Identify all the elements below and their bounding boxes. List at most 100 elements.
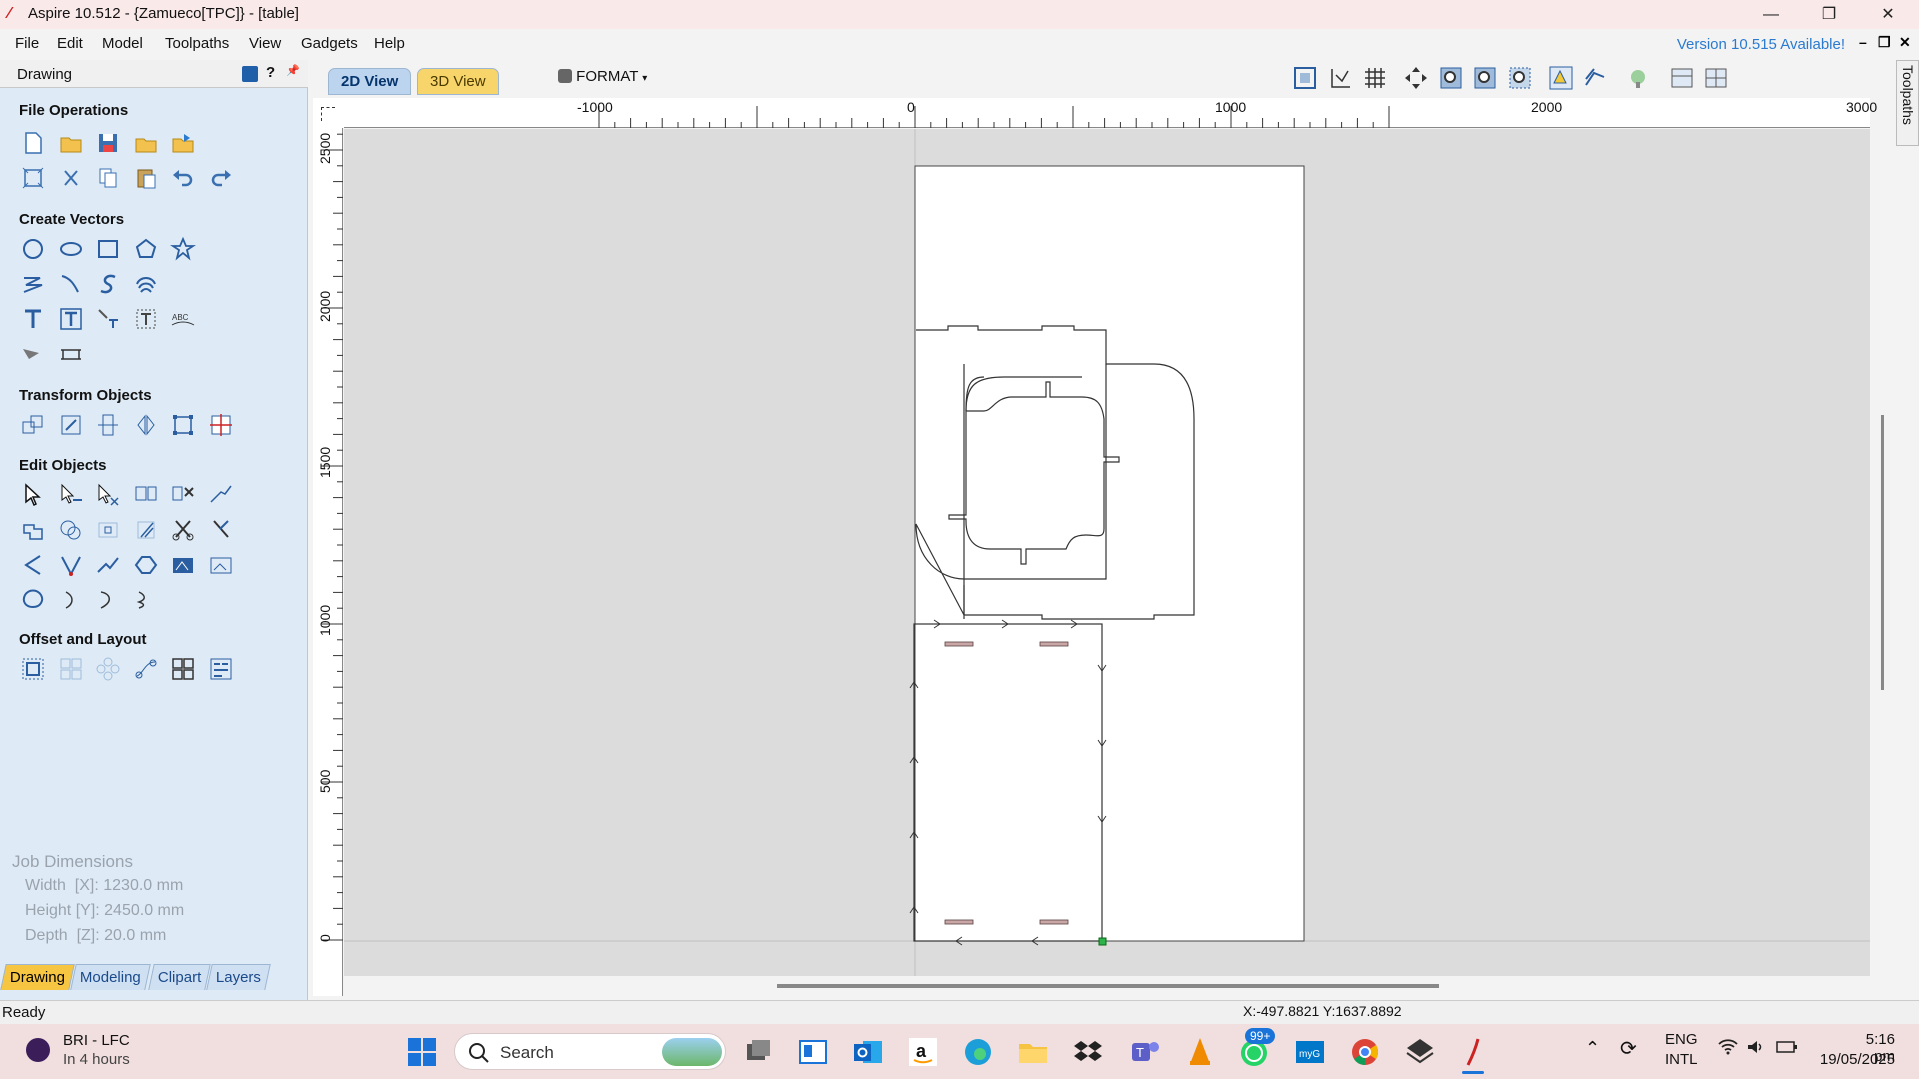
arc-curve-icon[interactable] [132, 586, 160, 614]
panel-dock-icon[interactable] [242, 66, 258, 82]
menu-file[interactable]: File [15, 35, 39, 52]
file-explorer-icon[interactable] [1015, 1034, 1051, 1070]
draw-text-icon[interactable] [19, 305, 47, 333]
nesting-icon[interactable] [169, 655, 197, 683]
zoom-in-icon[interactable] [1436, 63, 1466, 93]
language-primary[interactable]: ENG [1665, 1031, 1698, 1048]
rotate-icon[interactable] [94, 411, 122, 439]
draw-arc-icon[interactable] [94, 270, 122, 298]
draw-ellipse-icon[interactable] [57, 235, 85, 263]
chevron-up-icon[interactable]: ⌃ [1585, 1038, 1600, 1059]
format-dropdown[interactable]: FORMAT ▾ [558, 68, 647, 85]
pocket-slot[interactable] [944, 919, 974, 925]
job-setup-icon[interactable] [19, 164, 47, 192]
trim-icon[interactable] [132, 516, 160, 544]
move-icon[interactable] [19, 411, 47, 439]
vertical-scrollbar[interactable] [1881, 415, 1884, 690]
amazon-icon[interactable]: a [905, 1034, 941, 1070]
text-arc-icon[interactable] [132, 305, 160, 333]
circular-copy-icon[interactable] [94, 655, 122, 683]
split-view-icon[interactable] [1701, 63, 1731, 93]
draw-polyline-icon[interactable] [19, 270, 47, 298]
chrome-icon[interactable] [1347, 1034, 1383, 1070]
new-file-icon[interactable] [19, 129, 47, 157]
layout-nesting-icon[interactable] [207, 655, 235, 683]
toggle-toolpaths-icon[interactable] [1580, 63, 1610, 93]
select-icon[interactable] [19, 481, 47, 509]
array-copy-icon[interactable] [57, 655, 85, 683]
battery-icon[interactable] [1776, 1040, 1798, 1058]
version-available-link[interactable]: Version 10.515 Available! [1677, 36, 1845, 53]
copy-along-vector-icon[interactable] [132, 655, 160, 683]
mdi-restore-button[interactable]: ❐ [1878, 34, 1891, 51]
language-secondary[interactable]: INTL [1665, 1051, 1698, 1068]
dimensions-icon[interactable] [57, 340, 85, 368]
task-view-icon[interactable] [740, 1034, 776, 1070]
outlook-icon[interactable] [850, 1034, 886, 1070]
clock-date[interactable]: 19/05/2025 [1815, 1051, 1895, 1068]
pocket-slot[interactable] [1039, 641, 1069, 647]
smart-smooth-icon[interactable] [132, 551, 160, 579]
node-edit-icon[interactable] [57, 481, 85, 509]
import-icon[interactable] [132, 129, 160, 157]
ungroup-icon[interactable] [169, 481, 197, 509]
horizontal-scrollbar[interactable] [777, 984, 1439, 988]
group-icon[interactable] [132, 481, 160, 509]
mygov-icon[interactable]: myG [1292, 1034, 1328, 1070]
tab-3d-view[interactable]: 3D View [417, 68, 499, 95]
vlc-icon[interactable] [1182, 1034, 1218, 1070]
copy-icon[interactable] [94, 164, 122, 192]
zoom-selection-icon[interactable] [1505, 63, 1535, 93]
draw-curve-icon[interactable] [57, 270, 85, 298]
toolpaths-side-tab[interactable]: Toolpaths [1896, 60, 1919, 146]
distort-icon[interactable] [169, 411, 197, 439]
intersect-icon[interactable] [94, 516, 122, 544]
sync-icon[interactable]: ⟳ [1620, 1036, 1637, 1061]
offset-icon[interactable] [19, 655, 47, 683]
fit-curves-icon[interactable] [94, 551, 122, 579]
windows-start-icon[interactable] [404, 1034, 440, 1070]
snap-options-icon[interactable] [1325, 63, 1355, 93]
save-file-icon[interactable] [94, 129, 122, 157]
paste-icon[interactable] [132, 164, 160, 192]
auto-layout-text-icon[interactable] [57, 305, 85, 333]
interactive-trim-icon[interactable] [94, 481, 122, 509]
start-point-marker[interactable] [1098, 937, 1107, 946]
export-icon[interactable] [169, 129, 197, 157]
pocket-slot[interactable] [944, 641, 974, 647]
layout-toggle-icon[interactable] [1667, 63, 1697, 93]
draw-polygon-icon[interactable] [132, 235, 160, 263]
zoom-out-icon[interactable] [1470, 63, 1500, 93]
cut-icon[interactable] [57, 164, 85, 192]
teams-icon[interactable]: T [1127, 1034, 1163, 1070]
widgets-icon[interactable] [795, 1034, 831, 1070]
zoom-extents-icon[interactable] [1290, 63, 1320, 93]
draw-rectangle-icon[interactable] [94, 235, 122, 263]
panel-help-button[interactable]: ? [266, 64, 275, 81]
pan-icon[interactable] [1401, 63, 1431, 93]
bitmap-trace-icon[interactable] [207, 551, 235, 579]
subtract-icon[interactable] [57, 516, 85, 544]
undo-icon[interactable] [169, 164, 197, 192]
align-icon[interactable] [207, 411, 235, 439]
draw-spiral-icon[interactable] [132, 270, 160, 298]
grid-icon[interactable] [1360, 63, 1390, 93]
volume-icon[interactable] [1746, 1038, 1764, 1060]
tab-modeling[interactable]: Modeling [70, 964, 151, 990]
fillet-icon[interactable] [207, 516, 235, 544]
wifi-icon[interactable] [1718, 1038, 1738, 1060]
toggle-model-icon[interactable] [1623, 63, 1653, 93]
mdi-minimize-button[interactable]: – [1859, 34, 1867, 50]
close-vector-icon[interactable] [19, 551, 47, 579]
restore-button[interactable]: ❐ [1801, 0, 1857, 29]
tab-clipart[interactable]: Clipart [148, 964, 212, 990]
mdi-close-button[interactable]: ✕ [1899, 34, 1911, 51]
toggle-vectors-icon[interactable] [1546, 63, 1576, 93]
curve-fit-icon[interactable] [57, 586, 85, 614]
menu-view[interactable]: View [249, 35, 281, 52]
scale-icon[interactable] [57, 411, 85, 439]
tab-2d-view[interactable]: 2D View [328, 68, 412, 95]
scissors-icon[interactable] [169, 516, 197, 544]
tab-drawing[interactable]: Drawing [0, 964, 75, 990]
drawing-canvas[interactable] [344, 129, 1870, 976]
